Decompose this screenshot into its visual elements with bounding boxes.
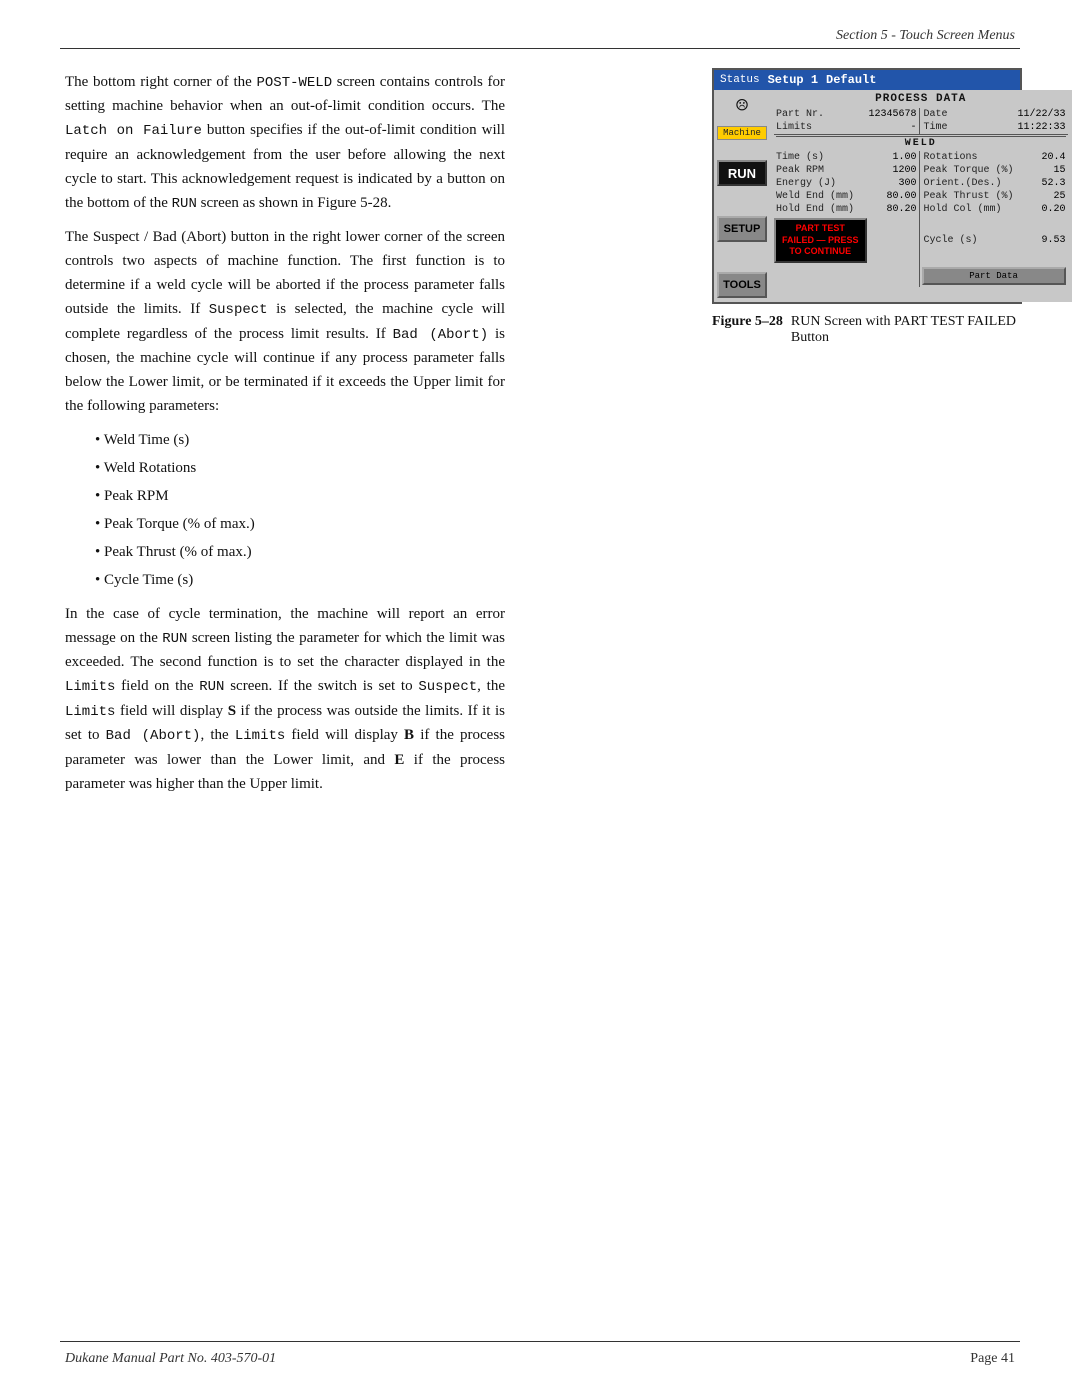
- date-label: Date: [919, 108, 1016, 121]
- screen-header-bar: Status Setup 1 Default: [714, 70, 1020, 90]
- part-test-line2: FAILED — PRESS: [782, 235, 859, 247]
- part-nr-label: Part Nr.: [774, 108, 867, 121]
- weld-divider-row: WELD: [774, 135, 1068, 152]
- weld-end-value: 80.00: [867, 190, 920, 203]
- hold-end-value: 80.20: [867, 203, 920, 216]
- limits-value: -: [867, 121, 920, 135]
- part-nr-row: Part Nr. 12345678 Date 11/22/33: [774, 108, 1068, 121]
- peak-torque-label: Peak Torque (%): [919, 164, 1016, 177]
- screen-data-area: PROCESS DATA Part Nr. 12345678 Date 11/2…: [770, 90, 1072, 302]
- process-data-title: PROCESS DATA: [774, 93, 1068, 105]
- part-test-line3: TO CONTINUE: [782, 246, 859, 258]
- peak-thrust-label: Peak Thrust (%): [919, 190, 1016, 203]
- header-setup-label: Setup 1: [768, 73, 818, 87]
- machine-screen-panel: Status Setup 1 Default ☹ Machine RUN SET…: [712, 68, 1022, 346]
- orient-label: Orient.(Des.): [919, 177, 1016, 190]
- part-test-line1: PART TEST: [782, 223, 859, 235]
- part-data-row: Part Data: [774, 265, 1068, 287]
- hold-end-row: Hold End (mm) 80.20 Hold Col (mm) 0.20: [774, 203, 1068, 216]
- paragraph-1: The bottom right corner of the POST-WELD…: [65, 70, 505, 215]
- bullet-list: Weld Time (s) Weld Rotations Peak RPM Pe…: [95, 428, 505, 592]
- peak-thrust-value: 25: [1016, 190, 1068, 203]
- rotations-label: Rotations: [919, 151, 1016, 164]
- time-label: Time: [919, 121, 1016, 135]
- body-content: The bottom right corner of the POST-WELD…: [65, 70, 505, 806]
- footer-rule: [60, 1341, 1020, 1342]
- screen-sidebar: ☹ Machine RUN SETUP TOOLS: [714, 90, 770, 302]
- figure-caption: Figure 5–28 RUN Screen with PART TEST FA…: [712, 314, 1022, 346]
- weld-end-row: Weld End (mm) 80.00 Peak Thrust (%) 25: [774, 190, 1068, 203]
- limits-label: Limits: [774, 121, 867, 135]
- energy-row: Energy (J) 300 Orient.(Des.) 52.3: [774, 177, 1068, 190]
- header-status-label: Status: [720, 74, 760, 86]
- energy-value: 300: [867, 177, 920, 190]
- part-test-failed-button[interactable]: PART TEST FAILED — PRESS TO CONTINUE: [774, 218, 867, 263]
- hold-col-label: Hold Col (mm): [919, 203, 1016, 216]
- hold-col-value: 0.20: [1016, 203, 1068, 216]
- run-button[interactable]: RUN: [717, 160, 767, 186]
- bullet-item-2: Weld Rotations: [95, 456, 505, 480]
- screen-body: ☹ Machine RUN SETUP TOOLS PROCESS DATA P…: [714, 90, 1020, 302]
- figure-text: RUN Screen with PART TEST FAILED Button: [791, 314, 1022, 346]
- orient-value: 52.3: [1016, 177, 1068, 190]
- time-s-label: Time (s): [774, 151, 867, 164]
- machine-label: Machine: [717, 126, 767, 140]
- tools-button[interactable]: TOOLS: [717, 272, 767, 298]
- data-table: Part Nr. 12345678 Date 11/22/33 Limits -…: [774, 108, 1068, 287]
- paragraph-2: The Suspect / Bad (Abort) button in the …: [65, 225, 505, 418]
- bullet-item-5: Peak Thrust (% of max.): [95, 540, 505, 564]
- cycle-row: PART TEST FAILED — PRESS TO CONTINUE Cyc…: [774, 216, 1068, 265]
- date-value: 11/22/33: [1016, 108, 1068, 121]
- weld-end-label: Weld End (mm): [774, 190, 867, 203]
- hold-end-label: Hold End (mm): [774, 203, 867, 216]
- bullet-item-3: Peak RPM: [95, 484, 505, 508]
- header-rule: [60, 48, 1020, 49]
- bullet-item-1: Weld Time (s): [95, 428, 505, 452]
- rotations-value: 20.4: [1016, 151, 1068, 164]
- time-rotations-row: Time (s) 1.00 Rotations 20.4: [774, 151, 1068, 164]
- part-data-button[interactable]: Part Data: [922, 267, 1066, 285]
- machine-screen: Status Setup 1 Default ☹ Machine RUN SET…: [712, 68, 1022, 304]
- peak-rpm-row: Peak RPM 1200 Peak Torque (%) 15: [774, 164, 1068, 177]
- cycle-s-label: Cycle (s): [919, 216, 1016, 265]
- peak-rpm-value: 1200: [867, 164, 920, 177]
- bullet-item-4: Peak Torque (% of max.): [95, 512, 505, 536]
- setup-button[interactable]: SETUP: [717, 216, 767, 242]
- part-nr-value: 12345678: [867, 108, 920, 121]
- paragraph-3: In the case of cycle termination, the ma…: [65, 602, 505, 796]
- peak-torque-value: 15: [1016, 164, 1068, 177]
- cycle-s-value: 9.53: [1016, 216, 1068, 265]
- time-value: 11:22:33: [1016, 121, 1068, 135]
- time-s-value: 1.00: [867, 151, 920, 164]
- weld-section-label: WELD: [776, 136, 1066, 150]
- bullet-item-6: Cycle Time (s): [95, 568, 505, 592]
- footer-manual-text: Dukane Manual Part No. 403-570-01: [65, 1351, 276, 1367]
- header-default-label: Default: [826, 73, 876, 87]
- smiley-icon: ☹: [736, 98, 748, 118]
- figure-label: Figure 5–28: [712, 314, 783, 330]
- footer-page-number: Page 41: [970, 1351, 1015, 1367]
- peak-rpm-label: Peak RPM: [774, 164, 867, 177]
- header-section-text: Section 5 - Touch Screen Menus: [836, 28, 1015, 44]
- limits-row: Limits - Time 11:22:33: [774, 121, 1068, 135]
- energy-label: Energy (J): [774, 177, 867, 190]
